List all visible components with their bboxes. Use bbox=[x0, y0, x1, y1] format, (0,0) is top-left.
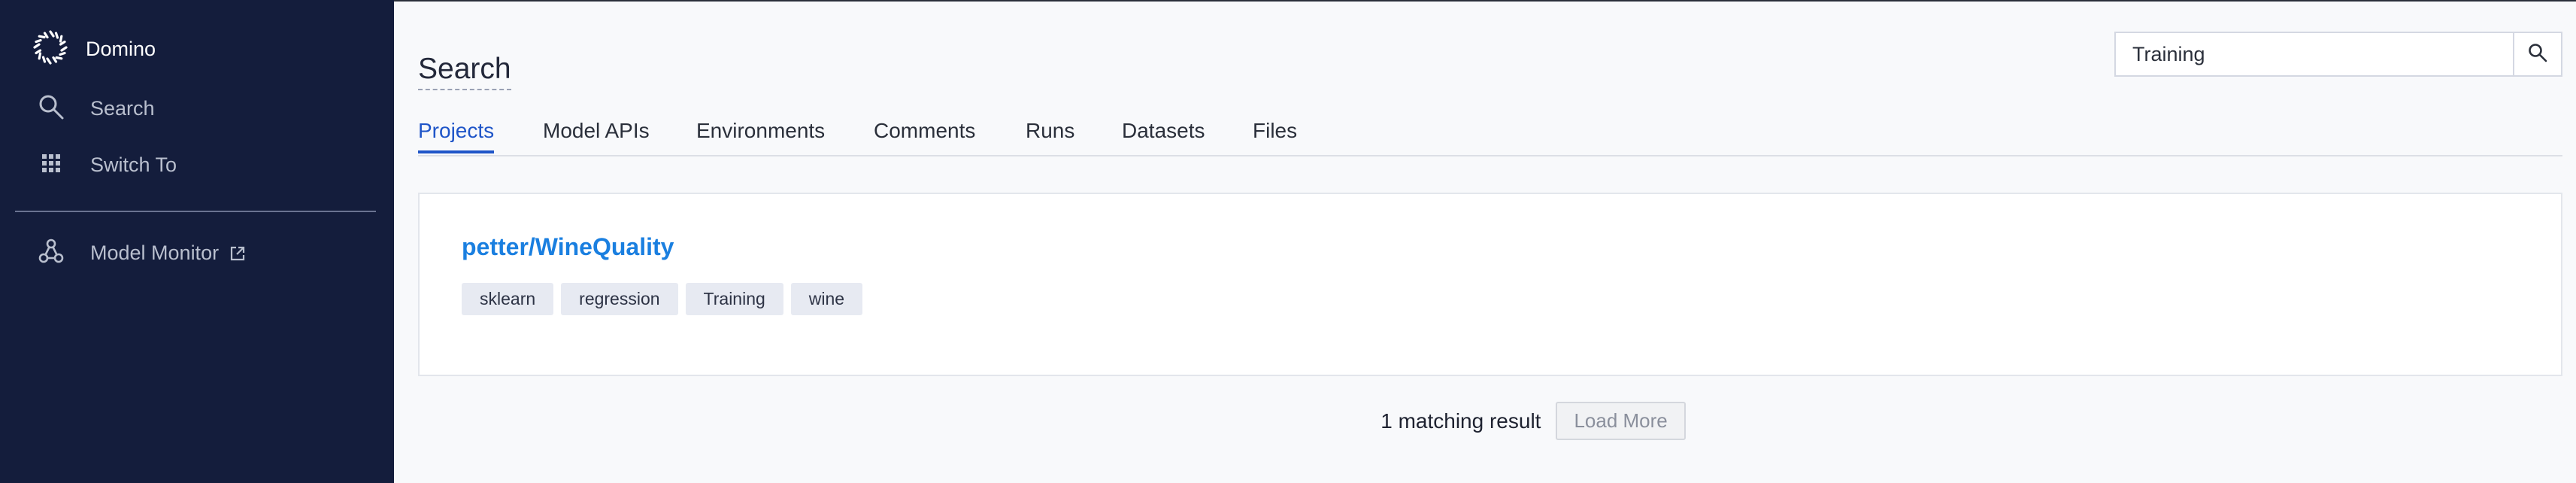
tag[interactable]: wine bbox=[790, 283, 863, 315]
tag[interactable]: Training bbox=[685, 283, 783, 315]
tab-runs[interactable]: Runs bbox=[1026, 116, 1074, 146]
tab-environments[interactable]: Environments bbox=[696, 116, 825, 146]
sidebar-item-search[interactable]: Search bbox=[38, 93, 155, 124]
grid-icon bbox=[38, 150, 65, 181]
tab-comments[interactable]: Comments bbox=[874, 116, 975, 146]
result-project-link[interactable]: petter/WineQuality bbox=[462, 233, 674, 261]
main-content: Search Projects Model APIs Environments … bbox=[394, 0, 2576, 483]
tab-files[interactable]: Files bbox=[1253, 116, 1297, 146]
model-monitor-icon bbox=[38, 238, 65, 269]
sidebar-item-model-monitor[interactable]: Model Monitor bbox=[38, 238, 246, 269]
domino-logo-icon bbox=[32, 29, 69, 70]
tag[interactable]: sklearn bbox=[462, 283, 554, 315]
tab-model-apis[interactable]: Model APIs bbox=[543, 116, 650, 146]
sidebar-item-switch-to[interactable]: Switch To bbox=[38, 150, 177, 181]
search-button[interactable] bbox=[2513, 33, 2561, 75]
sidebar-item-label: Switch To bbox=[90, 153, 177, 176]
tag-list: sklearn regression Training wine bbox=[462, 283, 863, 315]
external-link-icon bbox=[229, 245, 246, 262]
sidebar-divider bbox=[15, 211, 376, 212]
search-icon bbox=[38, 93, 65, 124]
sidebar: Domino Search Switch To Model Monitor bbox=[0, 0, 394, 483]
sidebar-item-label: Model Monitor bbox=[90, 242, 220, 264]
sidebar-item-label: Search bbox=[90, 97, 155, 120]
results-footer: 1 matching result Load More bbox=[394, 402, 2576, 440]
brand[interactable]: Domino bbox=[32, 29, 156, 70]
result-card: petter/WineQuality sklearn regression Tr… bbox=[418, 193, 2562, 376]
search-tabs: Projects Model APIs Environments Comment… bbox=[418, 116, 2562, 156]
page-title: Search bbox=[418, 51, 511, 90]
search-bar bbox=[2114, 32, 2562, 77]
search-icon bbox=[2527, 42, 2548, 67]
load-more-button[interactable]: Load More bbox=[1556, 402, 1686, 440]
result-count: 1 matching result bbox=[1380, 409, 1541, 433]
search-input[interactable] bbox=[2116, 33, 2513, 75]
brand-name: Domino bbox=[86, 38, 156, 60]
tab-projects[interactable]: Projects bbox=[418, 116, 495, 153]
tag[interactable]: regression bbox=[561, 283, 678, 315]
tab-datasets[interactable]: Datasets bbox=[1122, 116, 1205, 146]
